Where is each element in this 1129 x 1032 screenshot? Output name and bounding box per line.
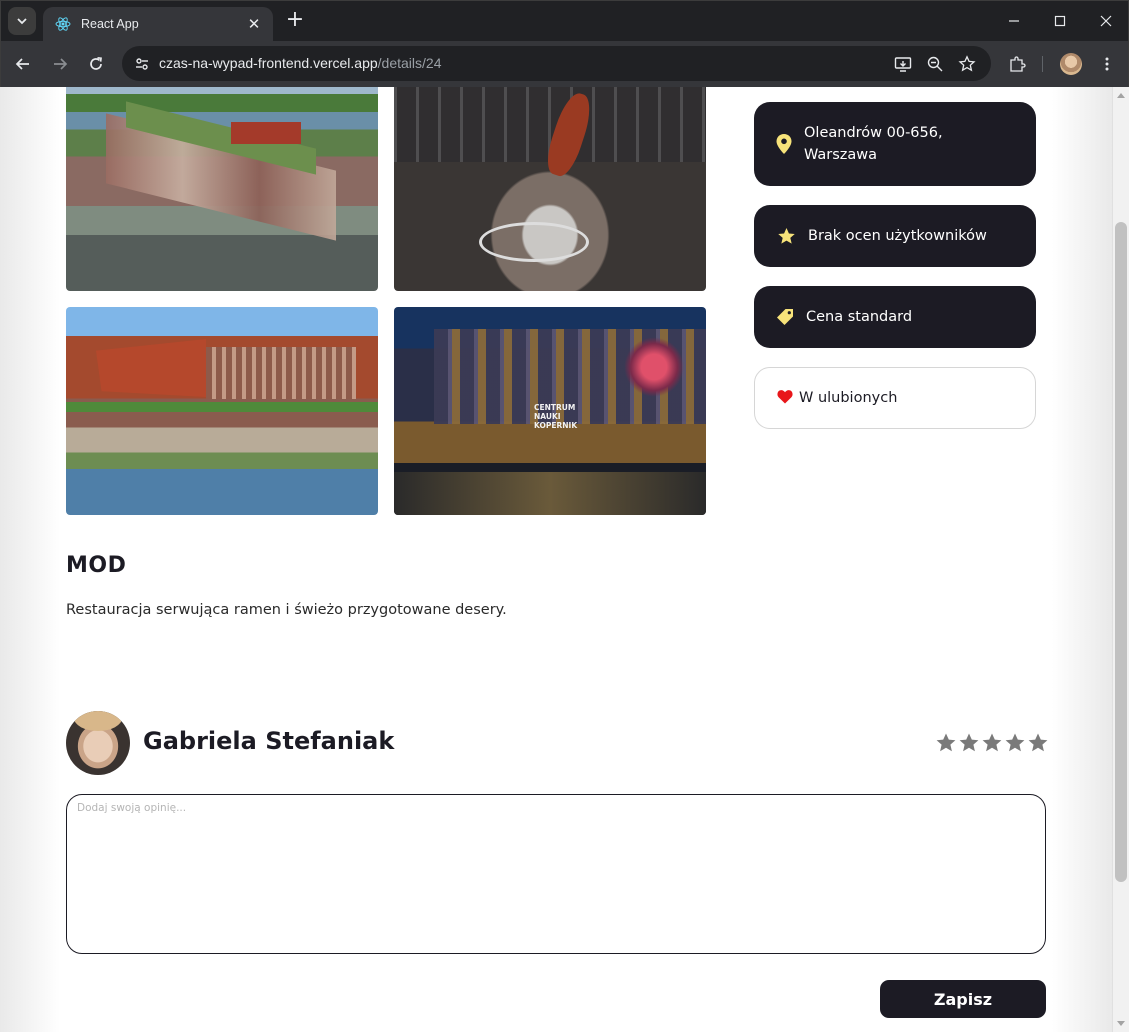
favorite-button[interactable]: W ulubionych [754, 367, 1036, 429]
address-bar[interactable]: czas-na-wypad-frontend.vercel.app/detail… [122, 46, 991, 81]
site-settings-icon[interactable] [132, 54, 152, 74]
address-line-1: Oleandrów 00-656, [804, 125, 943, 141]
page-viewport: CENTRUM NAUKI KOPERNIK Oleandrów 00-656,… [0, 87, 1112, 1032]
tab-strip: React App ✕ + [1, 1, 1128, 41]
scroll-up-arrow-icon[interactable] [1117, 93, 1125, 98]
browser-chrome: React App ✕ + czas-na-wypad-frontend.ver… [0, 0, 1129, 87]
close-icon [1100, 15, 1112, 27]
photo-neon [624, 337, 684, 397]
profile-avatar[interactable] [1060, 53, 1082, 75]
heart-icon [777, 389, 793, 408]
page-scrollbar[interactable] [1112, 87, 1129, 1032]
react-logo-icon [55, 17, 71, 31]
rating-star-2-icon[interactable] [958, 732, 980, 754]
price-text: Cena standard [806, 309, 913, 325]
address-card: Oleandrów 00-656, Warszawa [754, 102, 1036, 186]
photo-facade-stripes [206, 347, 356, 399]
close-window-button[interactable] [1091, 9, 1121, 33]
place-description: Restauracja serwująca ramen i świeżo prz… [66, 602, 507, 618]
new-tab-button[interactable]: + [283, 9, 307, 33]
photo-trees [66, 402, 378, 412]
browser-tab-active[interactable]: React App ✕ [43, 7, 273, 41]
more-vertical-icon [1105, 57, 1109, 71]
place-photo-2[interactable] [394, 87, 706, 291]
photo-sign: CENTRUM NAUKI KOPERNIK [534, 403, 577, 430]
puzzle-icon [1010, 56, 1026, 72]
place-photo-3[interactable] [66, 307, 378, 515]
favorite-text: W ulubionych [799, 390, 898, 406]
maximize-button[interactable] [1045, 9, 1075, 33]
reload-button[interactable] [84, 52, 108, 76]
scrollbar-thumb[interactable] [1115, 222, 1127, 882]
forward-button[interactable] [48, 52, 72, 76]
photo-red-block [231, 122, 301, 144]
address-line-2: Warszawa [804, 147, 878, 163]
bookmark-star-icon[interactable] [956, 53, 978, 75]
opinion-textarea[interactable] [66, 794, 1046, 954]
zoom-icon[interactable] [924, 53, 946, 75]
install-app-icon[interactable] [892, 53, 914, 75]
price-card: Cena standard [754, 286, 1036, 348]
minimize-icon [1009, 20, 1019, 22]
rating-card: Brak ocen użytkowników [754, 205, 1036, 267]
browser-toolbar: czas-na-wypad-frontend.vercel.app/detail… [1, 41, 1128, 87]
rating-star-3-icon[interactable] [981, 732, 1003, 754]
location-pin-icon [774, 133, 794, 155]
rating-star-5-icon[interactable] [1027, 732, 1049, 754]
photo-wet-pavement [394, 472, 706, 515]
photo-sign-line: NAUKI [534, 412, 561, 421]
url-path: /details/24 [377, 55, 442, 71]
review-user-name: Gabriela Stefaniak [143, 727, 395, 755]
save-button[interactable]: Zapisz [880, 980, 1046, 1018]
scroll-down-arrow-icon[interactable] [1117, 1021, 1125, 1026]
price-tag-icon [775, 306, 795, 328]
url-host: czas-na-wypad-frontend.vercel.app [159, 55, 378, 71]
photo-copper-facade [96, 339, 206, 397]
place-title: MOD [66, 553, 127, 578]
arrow-left-icon [15, 58, 29, 70]
minimize-button[interactable] [999, 9, 1029, 33]
toolbar-divider [1042, 56, 1043, 72]
arrow-right-icon [54, 58, 68, 70]
photo-sign-line: KOPERNIK [534, 421, 578, 430]
star-icon [776, 225, 796, 247]
tab-search-button[interactable] [8, 7, 36, 35]
photo-ring [479, 222, 589, 262]
back-button[interactable] [11, 52, 35, 76]
rating-star-1-icon[interactable] [935, 732, 957, 754]
browser-menu-button[interactable] [1095, 52, 1119, 76]
tab-close-icon[interactable]: ✕ [245, 15, 263, 33]
user-avatar [66, 711, 130, 775]
reload-icon [90, 56, 102, 70]
maximize-icon [1054, 15, 1066, 27]
chevron-down-icon [17, 18, 27, 25]
rating-star-4-icon[interactable] [1004, 732, 1026, 754]
photo-sign-line: CENTRUM [534, 403, 576, 412]
tab-title: React App [81, 17, 139, 31]
rating-text: Brak ocen użytkowników [808, 228, 987, 244]
rating-stars [935, 732, 1049, 754]
extensions-button[interactable] [1005, 52, 1029, 76]
avatar-hair [74, 711, 122, 731]
place-photo-1[interactable] [66, 87, 378, 291]
address-text: Oleandrów 00-656, Warszawa [804, 122, 943, 166]
url-text: czas-na-wypad-frontend.vercel.app/detail… [159, 55, 442, 71]
place-photo-4[interactable]: CENTRUM NAUKI KOPERNIK [394, 307, 706, 515]
